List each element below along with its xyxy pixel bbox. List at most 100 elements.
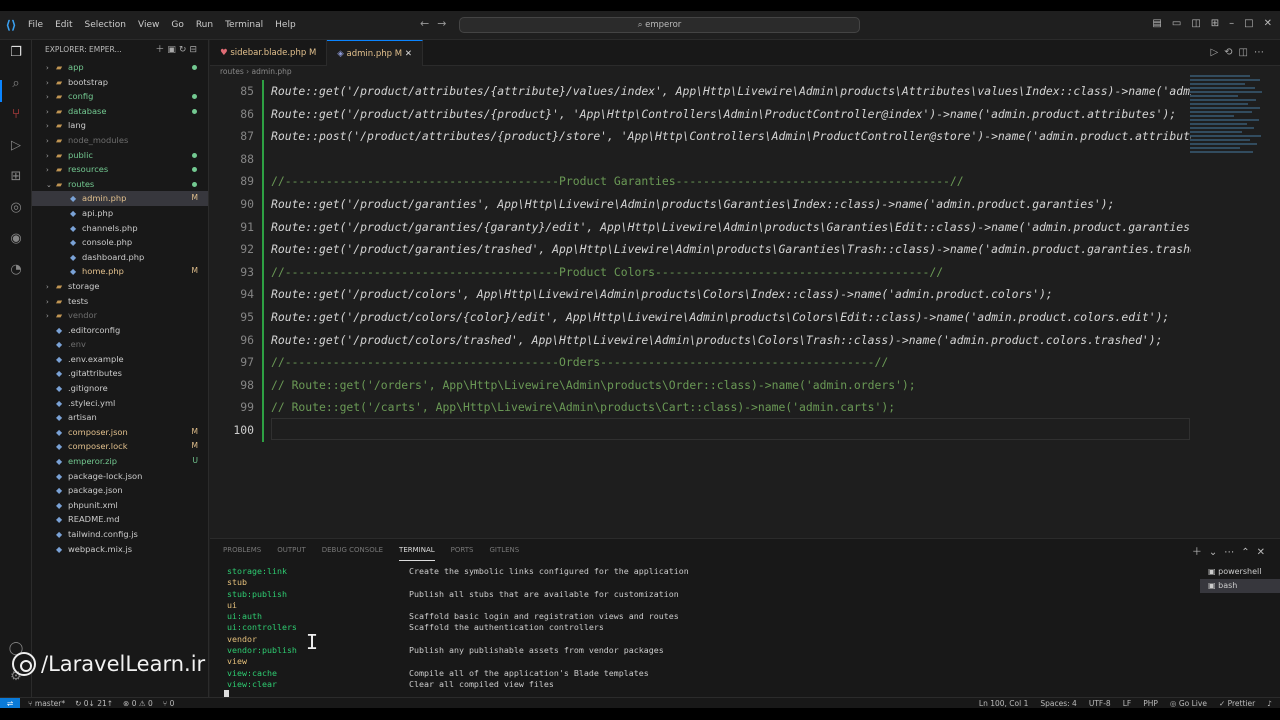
explorer-item[interactable]: ◆ .gitignore: [32, 381, 208, 396]
code-line[interactable]: Route::get('/product/colors', App\Http\L…: [271, 287, 1191, 301]
code-line[interactable]: // Route::get('/carts', App\Http\Livewir…: [271, 400, 1191, 414]
explorer-item[interactable]: › ▰ node_modules: [32, 133, 208, 148]
explorer-item[interactable]: ◆ .env: [32, 337, 208, 352]
code-line[interactable]: Route::get('/product/garanties', App\Htt…: [271, 197, 1191, 211]
explorer-item[interactable]: ◆ console.php: [32, 235, 208, 250]
sync-status[interactable]: ↻ 0↓ 21↑: [75, 698, 113, 708]
back-arrow-icon[interactable]: ←: [420, 17, 437, 30]
explorer-item[interactable]: › ▰ database: [32, 104, 208, 119]
more-actions-icon[interactable]: ⋯: [1254, 47, 1270, 58]
maximize-panel-icon[interactable]: ⌃: [1241, 547, 1256, 558]
explorer-item[interactable]: › ▰ lang: [32, 118, 208, 133]
split-editor-icon[interactable]: ◫: [1239, 47, 1254, 58]
explorer-item[interactable]: ◆ artisan: [32, 410, 208, 425]
code-line[interactable]: //--------------------------------------…: [271, 355, 1191, 369]
explorer-item[interactable]: ◆ package.json: [32, 483, 208, 498]
code-line[interactable]: Route::get('/product/attributes/{attribu…: [271, 84, 1191, 98]
maximize-icon[interactable]: □: [1244, 18, 1253, 29]
indentation[interactable]: Spaces: 4: [1040, 698, 1076, 708]
code-line[interactable]: Route::get('/product/garanties/trashed',…: [271, 242, 1191, 256]
refresh-icon[interactable]: ↻: [179, 45, 190, 55]
explorer-item[interactable]: ⌄ ▰ routes: [32, 177, 208, 192]
explorer-icon[interactable]: ❐: [7, 44, 25, 62]
problems-status[interactable]: ⊗ 0 ⚠ 0: [123, 698, 153, 708]
menu-file[interactable]: File: [28, 20, 43, 30]
extensions-icon[interactable]: ⊞: [7, 168, 25, 186]
encoding[interactable]: UTF-8: [1089, 698, 1111, 708]
menu-help[interactable]: Help: [275, 20, 296, 30]
tab-output[interactable]: OUTPUT: [277, 539, 306, 561]
explorer-item[interactable]: ◆ admin.php M: [32, 191, 208, 206]
explorer-item[interactable]: ◆ tailwind.config.js: [32, 527, 208, 542]
explorer-item[interactable]: › ▰ storage: [32, 279, 208, 294]
close-icon[interactable]: ✕: [1264, 18, 1272, 29]
explorer-item[interactable]: › ▰ bootstrap: [32, 75, 208, 90]
editor-scrollbar[interactable]: [1270, 73, 1280, 533]
code-line[interactable]: Route::get('/product/attributes/{product…: [271, 107, 1191, 121]
terminal-session-powershell[interactable]: ▣ powershell: [1200, 565, 1280, 579]
tab-terminal[interactable]: TERMINAL: [399, 539, 435, 561]
layout-split-icon[interactable]: ◫: [1191, 18, 1200, 29]
explorer-item[interactable]: › ▰ app: [32, 60, 208, 75]
collapse-all-icon[interactable]: ⊟: [189, 45, 200, 55]
prettier[interactable]: ✓ Prettier: [1219, 698, 1255, 708]
layout-toggle-icon[interactable]: ▤: [1152, 18, 1161, 29]
tab-admin-php[interactable]: ◈ admin.php M ✕: [327, 40, 423, 66]
ports-status[interactable]: ⑂ 0: [163, 698, 175, 708]
customize-layout-icon[interactable]: ⊞: [1211, 18, 1219, 29]
compare-icon[interactable]: ⟲: [1224, 47, 1238, 58]
explorer-item[interactable]: › ▰ config: [32, 89, 208, 104]
menu-edit[interactable]: Edit: [55, 20, 72, 30]
terminal-output[interactable]: storage:link Create the symbolic links co…: [227, 566, 1187, 690]
git-branch[interactable]: ⑂ master*: [28, 698, 65, 708]
terminal-session-bash[interactable]: ▣ bash: [1200, 579, 1280, 593]
explorer-item[interactable]: ◆ phpunit.xml: [32, 498, 208, 513]
explorer-item[interactable]: › ▰ resources: [32, 162, 208, 177]
search-icon[interactable]: ⌕: [7, 75, 25, 93]
terminal-dropdown-icon[interactable]: ⌄: [1209, 547, 1224, 558]
code-editor[interactable]: 85 Route::get('/product/attributes/{attri…: [210, 73, 1191, 493]
explorer-item[interactable]: ◆ package-lock.json: [32, 469, 208, 484]
remote-indicator-icon[interactable]: ⇌: [0, 698, 20, 708]
panel-toggle-icon[interactable]: ▭: [1172, 18, 1181, 29]
code-line[interactable]: Route::get('/product/colors/{color}/edit…: [271, 310, 1191, 324]
line-ending[interactable]: LF: [1123, 698, 1132, 708]
command-center-search[interactable]: ⌕ emperor: [459, 17, 860, 33]
explorer-item[interactable]: ◆ emperor.zip U: [32, 454, 208, 469]
tab-close-icon[interactable]: ✕: [405, 49, 412, 59]
menu-view[interactable]: View: [138, 20, 159, 30]
code-line[interactable]: Route::get('/product/garanties/{garanty}…: [271, 220, 1191, 234]
explorer-item[interactable]: ◆ channels.php: [32, 221, 208, 236]
remote-explorer-icon[interactable]: ◎: [7, 199, 25, 217]
panel-more-icon[interactable]: ⋯: [1224, 547, 1241, 558]
explorer-item[interactable]: › ▰ tests: [32, 294, 208, 309]
menu-selection[interactable]: Selection: [85, 20, 126, 30]
explorer-item[interactable]: ◆ api.php: [32, 206, 208, 221]
explorer-item[interactable]: ◆ dashboard.php: [32, 250, 208, 265]
explorer-item[interactable]: ◆ webpack.mix.js: [32, 542, 208, 557]
timeline-icon[interactable]: ◔: [7, 261, 25, 279]
new-file-icon[interactable]: ＋: [155, 45, 167, 55]
explorer-item[interactable]: › ▰ public: [32, 148, 208, 163]
explorer-item[interactable]: ◆ composer.lock M: [32, 439, 208, 454]
tab-sidebar-blade[interactable]: ♥ sidebar.blade.php M: [210, 40, 328, 66]
minimize-icon[interactable]: –: [1229, 18, 1234, 29]
forward-arrow-icon[interactable]: →: [437, 17, 454, 30]
tab-gitlens[interactable]: GITLENS: [489, 539, 519, 561]
code-line[interactable]: Route::get('/product/colors/trashed', Ap…: [271, 333, 1191, 347]
run-debug-icon[interactable]: ▷: [7, 137, 25, 155]
code-line[interactable]: // Route::get('/orders', App\Http\Livewi…: [271, 378, 1191, 392]
code-line[interactable]: //--------------------------------------…: [271, 174, 1191, 188]
cursor-position[interactable]: Ln 100, Col 1: [979, 698, 1028, 708]
code-line[interactable]: Route::post('/product/attributes/{produc…: [271, 129, 1191, 143]
new-folder-icon[interactable]: ▣: [167, 45, 179, 55]
explorer-item[interactable]: ◆ .editorconfig: [32, 323, 208, 338]
menu-go[interactable]: Go: [171, 20, 183, 30]
language-mode[interactable]: PHP: [1143, 698, 1158, 708]
explorer-item[interactable]: › ▰ vendor: [32, 308, 208, 323]
new-terminal-icon[interactable]: ＋: [1192, 547, 1209, 558]
explorer-item[interactable]: ◆ .styleci.yml: [32, 396, 208, 411]
notifications-bell-icon[interactable]: ♪: [1267, 698, 1272, 708]
explorer-item[interactable]: ◆ composer.json M: [32, 425, 208, 440]
menu-terminal[interactable]: Terminal: [225, 20, 263, 30]
